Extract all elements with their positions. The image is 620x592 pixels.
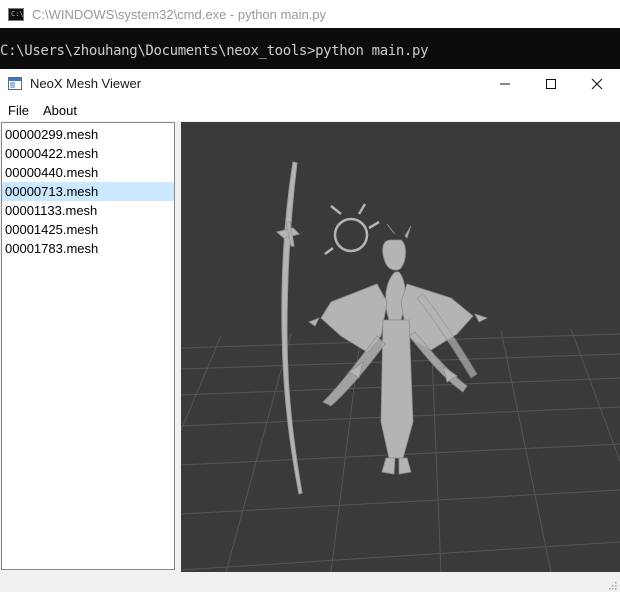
- window-titlebar[interactable]: NeoX Mesh Viewer: [0, 69, 620, 99]
- close-button[interactable]: [574, 69, 620, 99]
- menu-about[interactable]: About: [43, 103, 77, 118]
- mesh-file-list[interactable]: 00000299.mesh 00000422.mesh 00000440.mes…: [1, 122, 175, 570]
- window-title: NeoX Mesh Viewer: [30, 76, 142, 91]
- list-item[interactable]: 00000299.mesh: [2, 125, 174, 144]
- list-item[interactable]: 00001425.mesh: [2, 220, 174, 239]
- mesh-render: [181, 161, 620, 572]
- list-item[interactable]: 00000440.mesh: [2, 163, 174, 182]
- list-item[interactable]: 00000422.mesh: [2, 144, 174, 163]
- console-titlebar[interactable]: C:\ C:\WINDOWS\system32\cmd.exe - python…: [0, 0, 620, 28]
- console-prompt-line: C:\Users\zhouhang\Documents\neox_tools>p…: [0, 43, 429, 59]
- weapon-mesh: [275, 161, 303, 495]
- character-mesh: [308, 223, 489, 475]
- list-item[interactable]: 00001783.mesh: [2, 239, 174, 258]
- minimize-button[interactable]: [482, 69, 528, 99]
- cmd-icon: C:\: [8, 7, 24, 21]
- console-output[interactable]: C:\Users\zhouhang\Documents\neox_tools>p…: [0, 28, 620, 69]
- app-window-icon: [8, 77, 22, 90]
- list-item-selected[interactable]: 00000713.mesh: [2, 182, 174, 201]
- minimize-icon: [500, 83, 510, 85]
- menu-bar: File About: [0, 99, 620, 121]
- list-item[interactable]: 00001133.mesh: [2, 201, 174, 220]
- maximize-icon: [546, 79, 556, 89]
- mesh-viewer-window: NeoX Mesh Viewer File About 00000299.mes…: [0, 69, 620, 592]
- resize-grip-icon[interactable]: [607, 580, 617, 590]
- halo-mesh: [324, 203, 380, 255]
- close-icon: [591, 78, 603, 90]
- mesh-3d-viewport[interactable]: [181, 122, 620, 572]
- maximize-button[interactable]: [528, 69, 574, 99]
- console-title: C:\WINDOWS\system32\cmd.exe - python mai…: [32, 6, 327, 22]
- menu-file[interactable]: File: [8, 103, 29, 118]
